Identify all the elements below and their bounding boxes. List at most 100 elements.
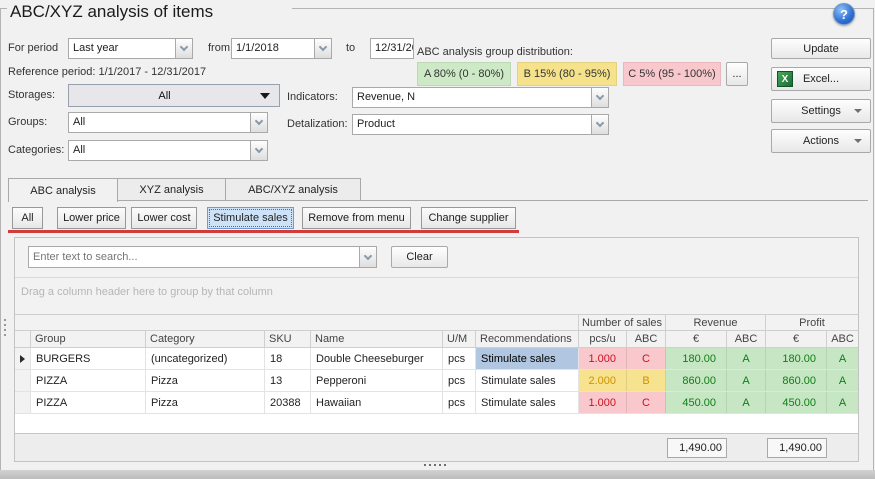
filter-change-supplier-button[interactable]: Change supplier	[421, 207, 516, 229]
clear-button[interactable]: Clear	[391, 246, 448, 268]
cell-sales[interactable]: 1.000	[579, 348, 627, 369]
groups-select[interactable]: All	[68, 112, 268, 133]
chevron-down-icon[interactable]	[250, 113, 267, 132]
filter-stimulate-sales-button[interactable]: Stimulate sales	[207, 207, 294, 229]
table-row[interactable]: BURGERS (uncategorized) 18 Double Cheese…	[15, 348, 858, 370]
frame-top-right	[292, 8, 873, 9]
chevron-down-icon[interactable]	[175, 39, 192, 58]
excel-button[interactable]: X Excel...	[771, 67, 871, 91]
groups-label: Groups:	[8, 112, 47, 133]
cell-name[interactable]: Hawaiian	[311, 392, 443, 413]
band-number-of-sales[interactable]: Number of sales	[579, 315, 666, 330]
row-focus-cell	[15, 370, 31, 391]
tab-xyz-analysis[interactable]: XYZ analysis	[117, 178, 226, 201]
column-um[interactable]: U/M	[443, 331, 476, 347]
column-name[interactable]: Name	[311, 331, 443, 347]
chevron-down-icon[interactable]	[591, 88, 608, 107]
column-pcs-u[interactable]: pcs/u	[579, 331, 627, 347]
abc-distribution-more-button[interactable]: ...	[726, 62, 748, 86]
cell-sku[interactable]: 13	[265, 370, 311, 391]
filter-lower-price-button[interactable]: Lower price	[57, 207, 126, 229]
search-input[interactable]	[29, 247, 359, 267]
cell-name[interactable]: Pepperoni	[311, 370, 443, 391]
chevron-down-icon[interactable]	[359, 247, 376, 267]
cell-recommendation[interactable]: Stimulate sales	[476, 392, 579, 413]
cell-recommendation-selected[interactable]: Stimulate sales	[476, 348, 579, 369]
chevron-down-icon[interactable]	[250, 141, 267, 160]
cell-revenue[interactable]: 180.00	[666, 348, 727, 369]
cell-um[interactable]: pcs	[443, 348, 476, 369]
cell-sales[interactable]: 2.000	[579, 370, 627, 391]
cell-profit[interactable]: 180.00	[766, 348, 827, 369]
cell-group[interactable]: BURGERS	[31, 348, 146, 369]
column-group[interactable]: Group	[31, 331, 146, 347]
tab-strip-line	[8, 200, 868, 201]
bottom-bar	[0, 470, 875, 479]
actions-button[interactable]: Actions	[771, 129, 871, 153]
cell-category[interactable]: (uncategorized)	[146, 348, 265, 369]
cell-profit-abc[interactable]: A	[827, 392, 858, 413]
band-profit[interactable]: Profit	[766, 315, 858, 330]
cell-sku[interactable]: 18	[265, 348, 311, 369]
profit-total: 1,490.00	[767, 438, 827, 458]
cell-revenue-abc[interactable]: A	[727, 348, 766, 369]
update-button[interactable]: Update	[771, 38, 871, 59]
from-date-field[interactable]: 1/1/2018	[231, 38, 332, 59]
cell-revenue[interactable]: 450.00	[666, 392, 727, 413]
caret-down-icon	[854, 109, 862, 113]
table-row[interactable]: PIZZA Pizza 13 Pepperoni pcs Stimulate s…	[15, 370, 858, 392]
band-revenue[interactable]: Revenue	[666, 315, 766, 330]
cell-revenue-abc[interactable]: A	[727, 392, 766, 413]
cell-sales[interactable]: 1.000	[579, 392, 627, 413]
filter-remove-from-menu-button[interactable]: Remove from menu	[302, 207, 411, 229]
settings-button[interactable]: Settings	[771, 99, 871, 123]
cell-um[interactable]: pcs	[443, 392, 476, 413]
column-sales-abc[interactable]: ABC	[627, 331, 666, 347]
cell-sales-abc[interactable]: C	[627, 348, 666, 369]
to-label: to	[346, 38, 355, 59]
cell-category[interactable]: Pizza	[146, 392, 265, 413]
tab-abc-analysis[interactable]: ABC analysis	[8, 178, 118, 202]
column-sku[interactable]: SKU	[265, 331, 311, 347]
cell-profit-abc[interactable]: A	[827, 370, 858, 391]
vertical-splitter-handle[interactable]	[4, 319, 6, 336]
cell-recommendation[interactable]: Stimulate sales	[476, 370, 579, 391]
column-profit-abc[interactable]: ABC	[827, 331, 858, 347]
categories-select[interactable]: All	[68, 140, 268, 161]
help-icon[interactable]: ?	[833, 3, 855, 25]
column-revenue-eur[interactable]: €	[666, 331, 727, 347]
cell-revenue-abc[interactable]: A	[727, 370, 766, 391]
indicators-select[interactable]: Revenue, N	[352, 87, 609, 108]
storages-select[interactable]: All	[68, 84, 280, 107]
filter-lower-cost-button[interactable]: Lower cost	[131, 207, 197, 229]
cell-um[interactable]: pcs	[443, 370, 476, 391]
caret-down-icon	[260, 93, 270, 99]
cell-group[interactable]: PIZZA	[31, 370, 146, 391]
period-select[interactable]: Last year	[68, 38, 193, 59]
cell-sales-abc[interactable]: C	[627, 392, 666, 413]
cell-profit-abc[interactable]: A	[827, 348, 858, 369]
horizontal-splitter-handle[interactable]	[424, 464, 446, 466]
column-category[interactable]: Category	[146, 331, 265, 347]
row-focus-cell	[15, 348, 31, 369]
chevron-down-icon[interactable]	[591, 115, 608, 134]
cell-category[interactable]: Pizza	[146, 370, 265, 391]
chevron-down-icon[interactable]	[314, 39, 331, 58]
table-row[interactable]: PIZZA Pizza 20388 Hawaiian pcs Stimulate…	[15, 392, 858, 414]
detalization-select[interactable]: Product	[352, 114, 609, 135]
cell-profit[interactable]: 450.00	[766, 392, 827, 413]
cell-revenue[interactable]: 860.00	[666, 370, 727, 391]
cell-profit[interactable]: 860.00	[766, 370, 827, 391]
column-recommendations[interactable]: Recommendations	[476, 331, 579, 347]
tab-abc-xyz-analysis[interactable]: ABC/XYZ analysis	[225, 178, 361, 201]
column-revenue-abc[interactable]: ABC	[727, 331, 766, 347]
cell-name[interactable]: Double Cheeseburger	[311, 348, 443, 369]
abc-group-c: C 5% (95 - 100%)	[623, 62, 721, 86]
excel-icon: X	[777, 71, 793, 87]
column-profit-eur[interactable]: €	[766, 331, 827, 347]
cell-sales-abc[interactable]: B	[627, 370, 666, 391]
filter-all-button[interactable]: All	[12, 207, 43, 229]
cell-sku[interactable]: 20388	[265, 392, 311, 413]
cell-group[interactable]: PIZZA	[31, 392, 146, 413]
to-date-field[interactable]: 12/31/20	[370, 38, 414, 59]
